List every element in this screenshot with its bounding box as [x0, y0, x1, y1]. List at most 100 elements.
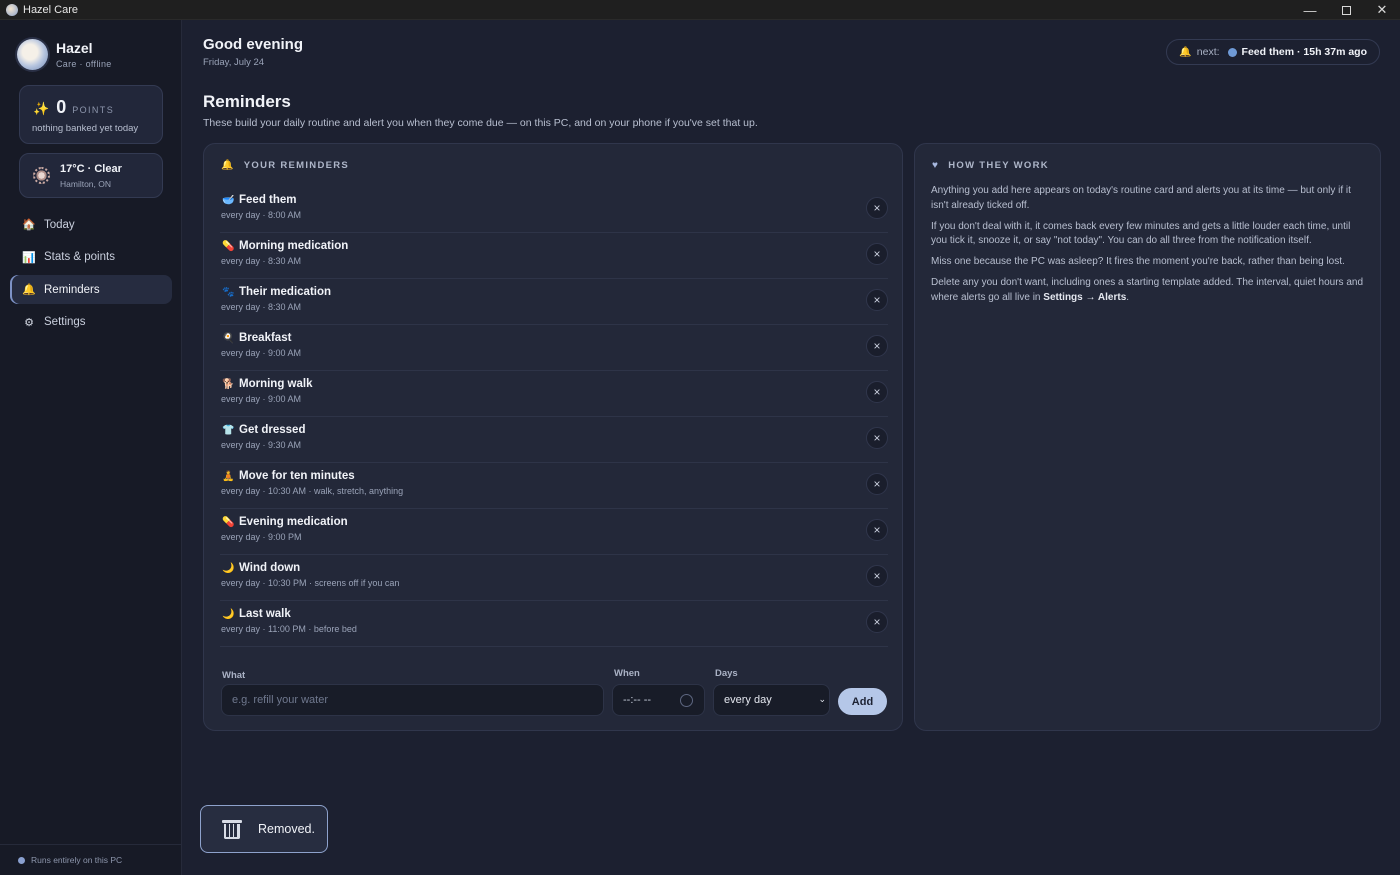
delete-reminder-button[interactable]: × — [866, 335, 888, 357]
weather-temp: 17°C · Clear — [60, 163, 122, 175]
minimize-button[interactable]: — — [1292, 0, 1328, 20]
points-label: POINTS — [72, 105, 115, 115]
greeting: Good evening — [203, 36, 304, 53]
delete-reminder-button[interactable]: × — [866, 381, 888, 403]
panel-heading-text: HOW THEY WORK — [948, 160, 1049, 171]
dog-icon: 🐕 — [222, 379, 235, 390]
reminder-title: Morning medication — [239, 240, 349, 252]
close-window-button[interactable]: ✕ — [1364, 0, 1400, 20]
add-reminder-form: What When Days --:-- -- every day ⌄ Add — [221, 664, 887, 719]
brand: Hazel Care · offline — [17, 39, 112, 70]
bowl-icon — [1227, 47, 1237, 57]
reminder-schedule: every day · 10:30 PM · screens off if yo… — [221, 578, 400, 588]
reminder-schedule: every day · 9:30 AM — [221, 440, 302, 450]
delete-reminder-button[interactable]: × — [866, 565, 888, 587]
how-text-span: Delete any you don't want, including one… — [931, 277, 1364, 303]
delete-reminder-button[interactable]: × — [866, 243, 888, 265]
reminder-schedule: every day · 8:30 AM — [221, 256, 302, 266]
reminder-title: Their medication — [239, 286, 332, 298]
sidebar-item-label: Settings — [44, 316, 86, 328]
brand-name: Hazel — [56, 40, 93, 56]
reminder-row[interactable]: 👕 Get dressed every day · 9:30 AM × — [220, 417, 888, 463]
days-label: Days — [715, 668, 738, 679]
when-time-input[interactable]: --:-- -- — [612, 684, 705, 716]
delete-reminder-button[interactable]: × — [866, 473, 888, 495]
trash-icon — [221, 818, 243, 840]
paw-icon: 🐾 — [222, 287, 235, 298]
how-paragraph: Delete any you don't want, including one… — [931, 276, 1368, 305]
when-value: --:-- -- — [623, 694, 652, 706]
reminder-row[interactable]: 🍳 Breakfast every day · 9:00 AM × — [220, 325, 888, 371]
reminder-title: Morning walk — [239, 378, 313, 390]
moon-icon: 🌙 — [222, 609, 235, 620]
window-title: Hazel Care — [23, 3, 79, 16]
reminder-row[interactable]: 🌙 Last walk every day · 11:00 PM · before … — [220, 601, 888, 647]
reminder-row[interactable]: 💊 Morning medication every day · 8:30 AM × — [220, 233, 888, 279]
sidebar-item-label: Today — [44, 218, 75, 231]
reminder-schedule: every day · 9:00 AM — [221, 394, 302, 404]
sidebar-item-settings[interactable]: ⚙ Settings — [10, 308, 172, 337]
points-card[interactable]: ✨ 0 POINTS nothing banked yet today — [19, 85, 163, 144]
clock-icon[interactable] — [680, 694, 693, 707]
how-they-work-panel: ♥ HOW THEY WORK Anything you add here ap… — [914, 143, 1381, 731]
reminder-title: Move for ten minutes — [239, 470, 355, 482]
what-input[interactable] — [221, 684, 604, 716]
how-text: Anything you add here appears on today's… — [931, 184, 1368, 312]
app-icon — [6, 3, 18, 16]
sidebar-item-reminders[interactable]: 🔔 Reminders — [10, 275, 172, 304]
how-paragraph: Miss one because the PC was asleep? It f… — [931, 256, 1345, 267]
points-subtext: nothing banked yet today — [32, 123, 139, 134]
sidebar-item-today[interactable]: 🏠 Today — [10, 210, 172, 239]
weather-card[interactable]: 17°C · Clear Hamilton, ON — [19, 153, 163, 198]
reminder-title: Evening medication — [239, 516, 348, 528]
avatar — [17, 39, 48, 70]
weather-location: Hamilton, ON — [60, 179, 112, 189]
reminder-row[interactable]: 💊 Evening medication every day · 9:00 PM × — [220, 509, 888, 555]
toast-text: Removed. — [258, 822, 315, 836]
delete-reminder-button[interactable]: × — [866, 519, 888, 541]
reminder-row[interactable]: 🥣 Feed them every day · 8:00 AM × — [220, 187, 888, 233]
reminder-title: Breakfast — [239, 332, 292, 344]
pill-icon: 💊 — [222, 517, 235, 528]
reminder-row[interactable]: 🐕 Morning walk every day · 9:00 AM × — [220, 371, 888, 417]
sidebar-item-label: Stats & points — [44, 251, 115, 263]
bowl-icon: 🥣 — [222, 195, 235, 206]
reminder-title: Wind down — [239, 562, 301, 574]
sidebar-item-stats[interactable]: 📊 Stats & points — [10, 243, 172, 272]
sidebar: Hazel Care · offline ✨ 0 POINTS nothing … — [0, 20, 182, 875]
reminder-row[interactable]: 🧘 Move for ten minutes every day · 10:30 A… — [220, 463, 888, 509]
panel-heading: 🔔 YOUR REMINDERS — [221, 160, 349, 171]
reminder-schedule: every day · 11:00 PM · before bed — [221, 624, 357, 634]
page-title: Reminders — [203, 92, 291, 111]
sidebar-item-label: Reminders — [44, 283, 100, 296]
chevron-down-icon: ⌄ — [818, 694, 826, 704]
reminder-row[interactable]: 🌙 Wind down every day · 10:30 PM · screens… — [220, 555, 888, 601]
how-paragraph: If you don't deal with it, it comes back… — [931, 220, 1351, 247]
maximize-button[interactable] — [1328, 0, 1364, 20]
delete-reminder-button[interactable]: × — [866, 427, 888, 449]
status-dot-icon — [18, 856, 25, 864]
reminder-list: 🥣 Feed them every day · 8:00 AM × 💊 Morning m… — [220, 187, 888, 647]
sidebar-nav: 🏠 Today 📊 Stats & points 🔔 Reminders ⚙ S… — [10, 210, 172, 340]
reminder-title: Feed them — [239, 194, 297, 206]
settings-alerts-link[interactable]: Settings → Alerts — [1043, 292, 1126, 303]
figure-icon: 🧘 — [222, 471, 235, 482]
what-label: What — [222, 670, 246, 681]
reminder-schedule: every day · 9:00 PM — [221, 532, 302, 542]
delete-reminder-button[interactable]: × — [866, 611, 888, 633]
toast-notification: Removed. — [200, 805, 328, 853]
chart-icon: 📊 — [22, 251, 36, 264]
plate-icon: 🍳 — [222, 333, 235, 344]
add-button[interactable]: Add — [838, 688, 887, 715]
delete-reminder-button[interactable]: × — [866, 197, 888, 219]
reminder-title: Last walk — [239, 608, 291, 620]
reminders-panel: 🔔 YOUR REMINDERS 🥣 Feed them every day · 8… — [203, 143, 903, 731]
sun-icon — [33, 167, 50, 184]
reminder-title: Get dressed — [239, 424, 306, 436]
days-select[interactable]: every day ⌄ — [713, 684, 830, 716]
home-icon: 🏠 — [22, 219, 36, 231]
delete-reminder-button[interactable]: × — [866, 289, 888, 311]
reminder-row[interactable]: 🐾 Their medication every day · 8:30 AM × — [220, 279, 888, 325]
footer-text: Runs entirely on this PC — [31, 855, 123, 865]
next-reminder-pill[interactable]: 🔔 next: Feed them · 15h 37m ago — [1166, 39, 1380, 65]
